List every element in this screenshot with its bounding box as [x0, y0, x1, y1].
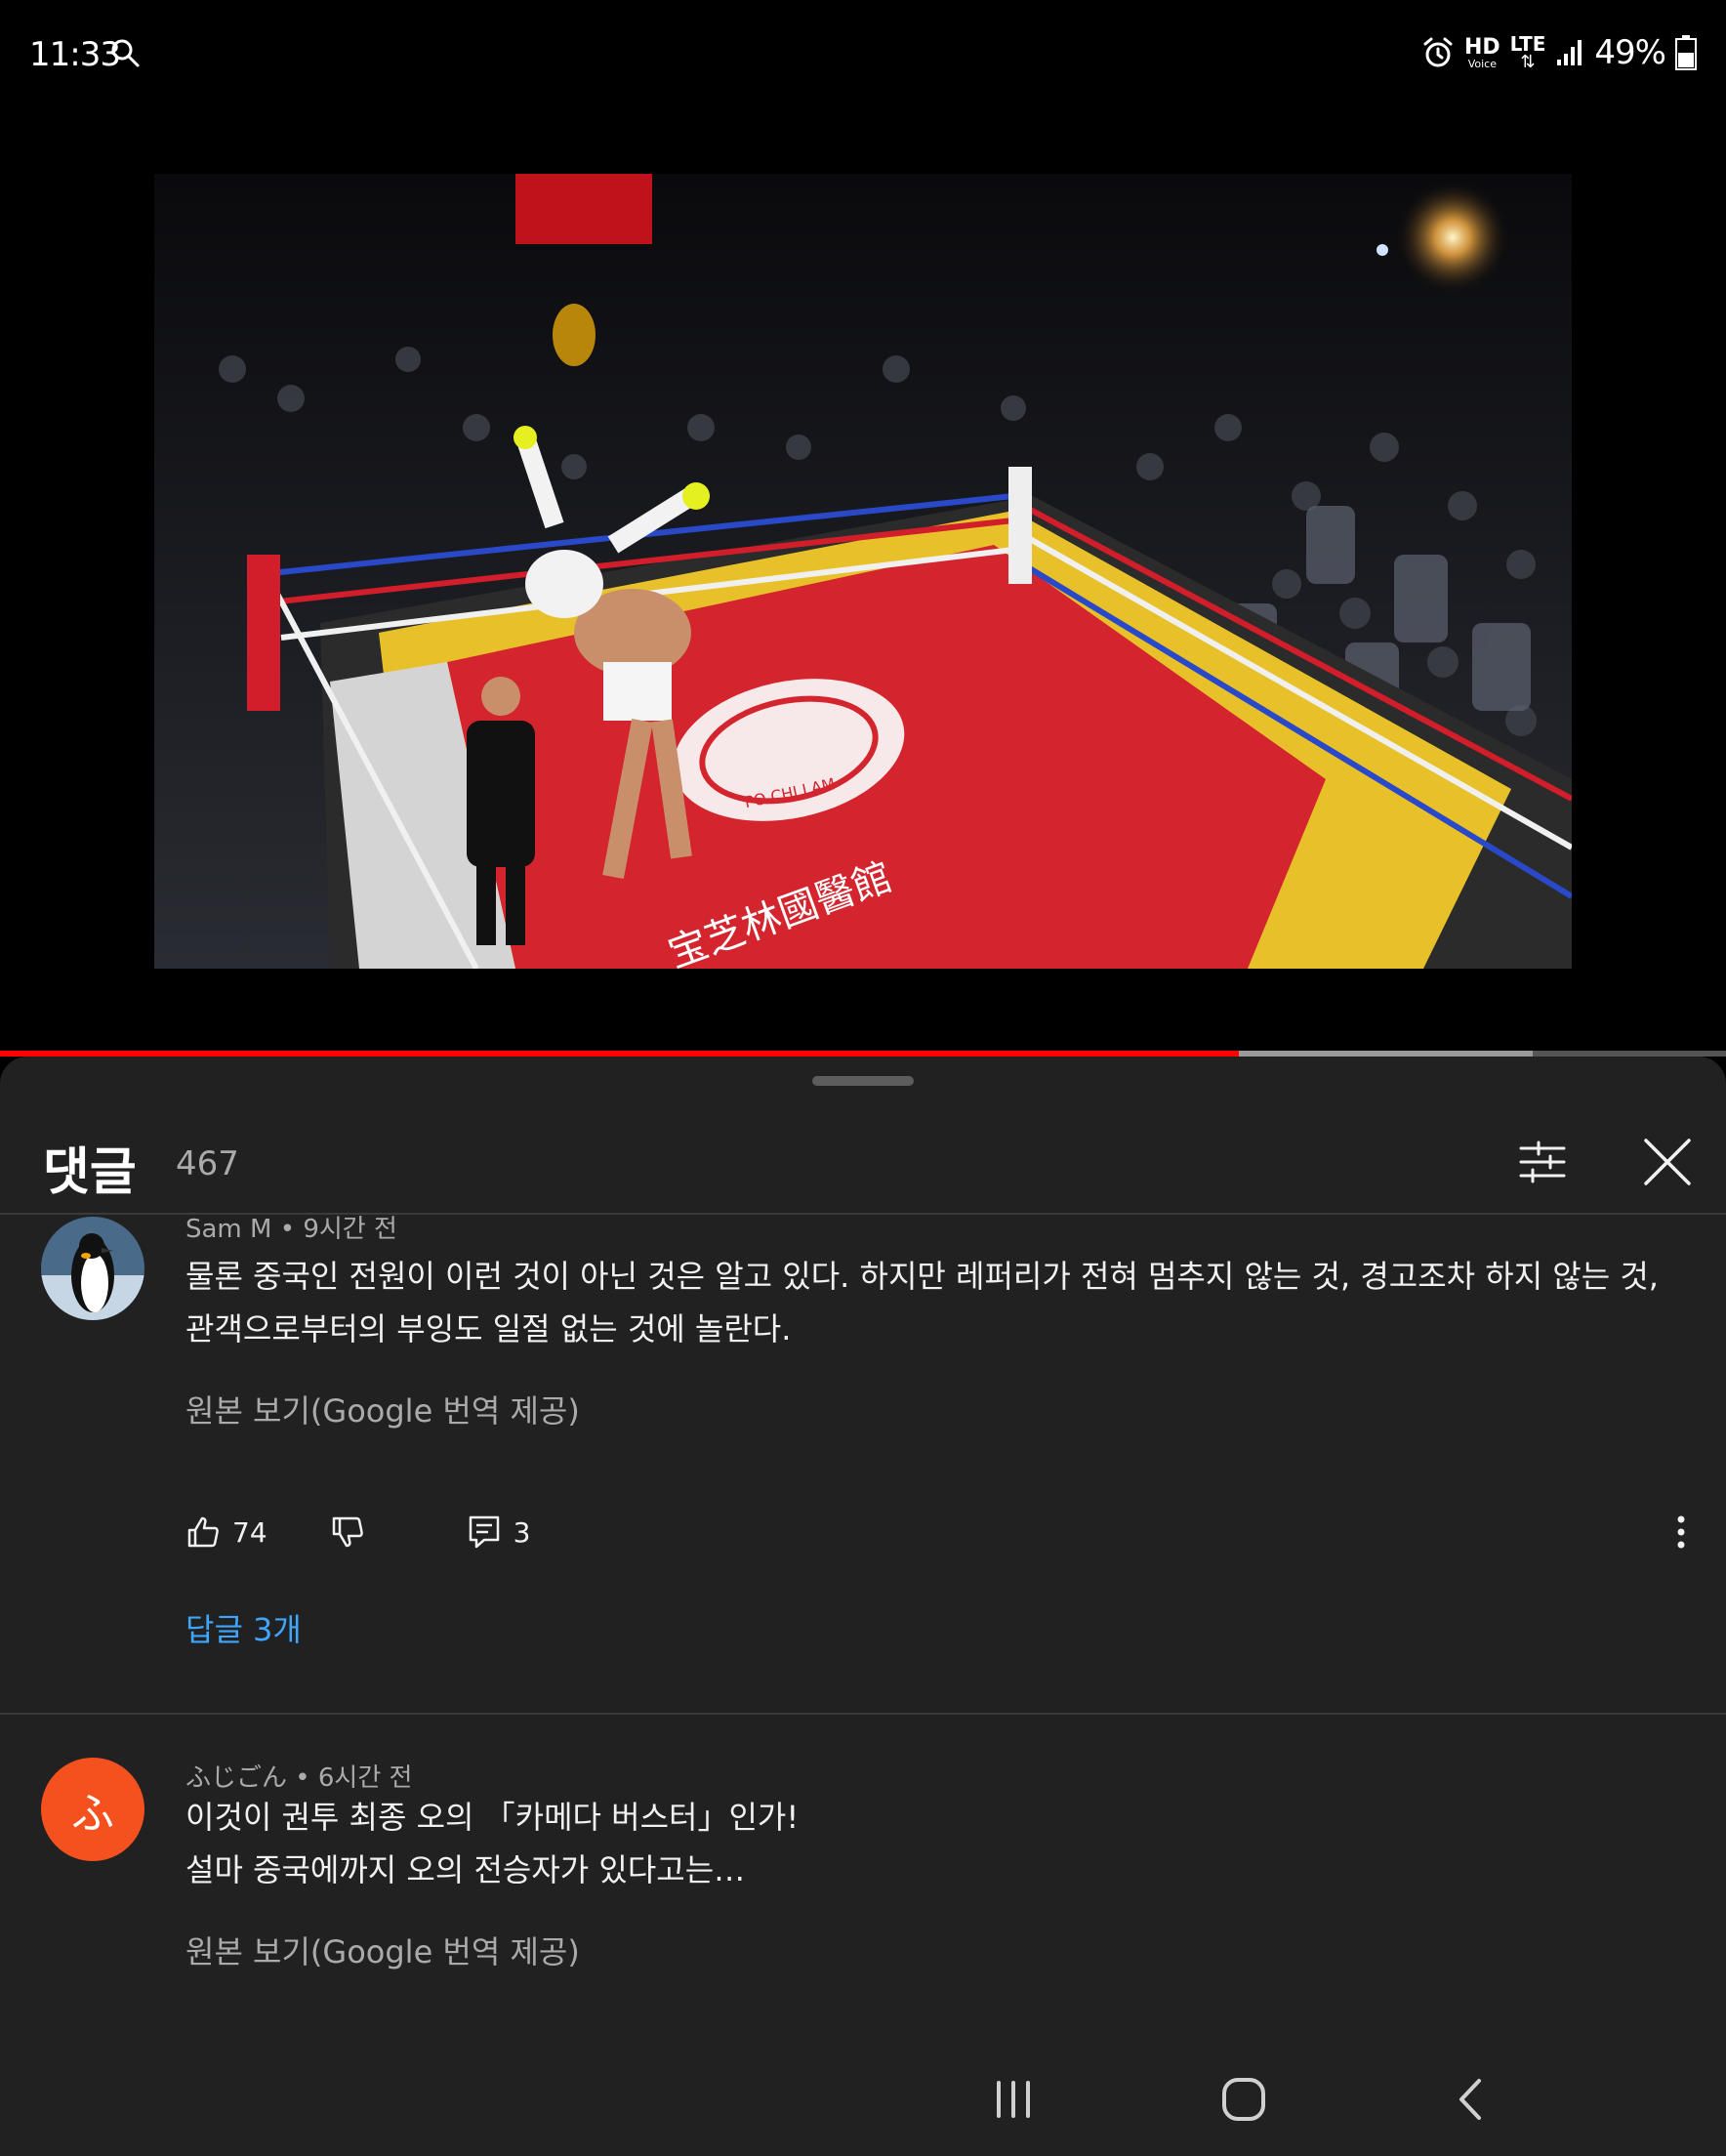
sort-filter-button[interactable]	[1513, 1133, 1572, 1191]
comments-count: 467	[176, 1144, 239, 1183]
video-player[interactable]: PO CHI LAM 宝芝林國醫館	[0, 107, 1726, 1050]
drag-handle[interactable]	[812, 1076, 914, 1086]
like-button[interactable]: 74	[185, 1514, 267, 1550]
network-label: LTE	[1509, 32, 1546, 56]
status-time: 11:33	[29, 35, 121, 74]
comment-item: ふ ふじごん • 6시간 전 이것이 권투 최종 오의 「카메다 버스터」인가!…	[0, 1758, 1726, 2051]
video-thumbnail: PO CHI LAM 宝芝林國醫館	[154, 174, 1572, 969]
comments-panel: 댓글 467 Sam M • 9시간 전 물론 중국인 전원이 이런 것이 아닌…	[0, 1057, 1726, 2156]
comment-time: 9시간 전	[303, 1215, 397, 1244]
comment-author[interactable]: Sam M	[185, 1215, 271, 1244]
close-button[interactable]	[1638, 1133, 1697, 1191]
status-bar: 11:33 HD Voice LTE ⇅ 49%	[0, 0, 1726, 107]
hd-label: HD	[1463, 34, 1500, 60]
show-original-link[interactable]: 원본 보기(Google 번역 제공)	[185, 1387, 580, 1431]
meta-separator: •	[295, 1763, 318, 1793]
more-options-button[interactable]	[1671, 1508, 1691, 1556]
comment-text: 물론 중국인 전원이 이런 것이 아닌 것은 알고 있다. 하지만 레퍼리가 전…	[185, 1258, 1659, 1348]
back-icon	[1459, 2079, 1481, 2120]
show-original-link[interactable]: 원본 보기(Google 번역 제공)	[185, 1928, 580, 1972]
comment-item: Sam M • 9시간 전 물론 중국인 전원이 이런 것이 아닌 것은 알고 …	[0, 1215, 1726, 1791]
dislike-button[interactable]	[330, 1514, 365, 1550]
close-icon	[1644, 1139, 1691, 1185]
comments-header: 댓글 467	[0, 1115, 1726, 1213]
like-count: 74	[232, 1515, 267, 1549]
comment-time: 6시간 전	[317, 1763, 413, 1793]
recent-apps-icon	[997, 2081, 1030, 2118]
signal-icon	[1557, 40, 1582, 65]
penguin-icon	[41, 1217, 144, 1320]
lte-indicator: LTE ⇅	[1510, 34, 1546, 71]
comment-meta: ふじごん • 6시간 전	[185, 1758, 412, 1794]
comment-author[interactable]: ふじごん	[185, 1763, 287, 1793]
reply-count: 3	[513, 1515, 531, 1549]
battery-icon	[1675, 35, 1697, 70]
comment-actions: 74 3	[185, 1508, 530, 1556]
comment-meta: Sam M • 9시간 전	[185, 1209, 397, 1245]
home-icon	[1222, 2078, 1265, 2121]
meta-separator: •	[279, 1215, 304, 1244]
letter-avatar[interactable]: ふ	[41, 1758, 144, 1861]
voice-label: Voice	[1467, 57, 1497, 70]
search-icon	[111, 39, 140, 67]
home-button[interactable]	[1205, 2060, 1283, 2138]
reply-button[interactable]: 3	[467, 1514, 531, 1550]
recent-apps-button[interactable]	[974, 2060, 1052, 2138]
system-nav-bar	[0, 2041, 1726, 2156]
avatar-letter: ふ	[71, 1789, 114, 1839]
thumbs-up-icon	[187, 1516, 219, 1548]
back-button[interactable]	[1433, 2060, 1511, 2138]
comment-divider	[0, 1713, 1726, 1715]
thumbs-down-icon	[332, 1516, 363, 1548]
comment-text: 이것이 권투 최종 오의 「카메다 버스터」인가! 설마 중국에까지 오의 전승…	[185, 1799, 800, 1888]
hd-voice-indicator: HD Voice	[1463, 34, 1500, 70]
more-vert-icon	[1677, 1515, 1685, 1549]
sliders-icon	[1519, 1140, 1566, 1183]
alarm-icon	[1423, 37, 1453, 67]
battery-percent: 49%	[1594, 33, 1666, 72]
comments-title: 댓글	[43, 1143, 137, 1202]
penguin-avatar[interactable]	[41, 1217, 144, 1320]
video-frame[interactable]: PO CHI LAM 宝芝林國醫館	[154, 174, 1572, 969]
data-arrows-icon: ⇅	[1520, 52, 1536, 72]
reply-icon	[469, 1515, 499, 1549]
status-indicators: HD Voice LTE ⇅ 49%	[1421, 31, 1697, 74]
view-replies-link[interactable]: 답글 3개	[185, 1605, 302, 1650]
